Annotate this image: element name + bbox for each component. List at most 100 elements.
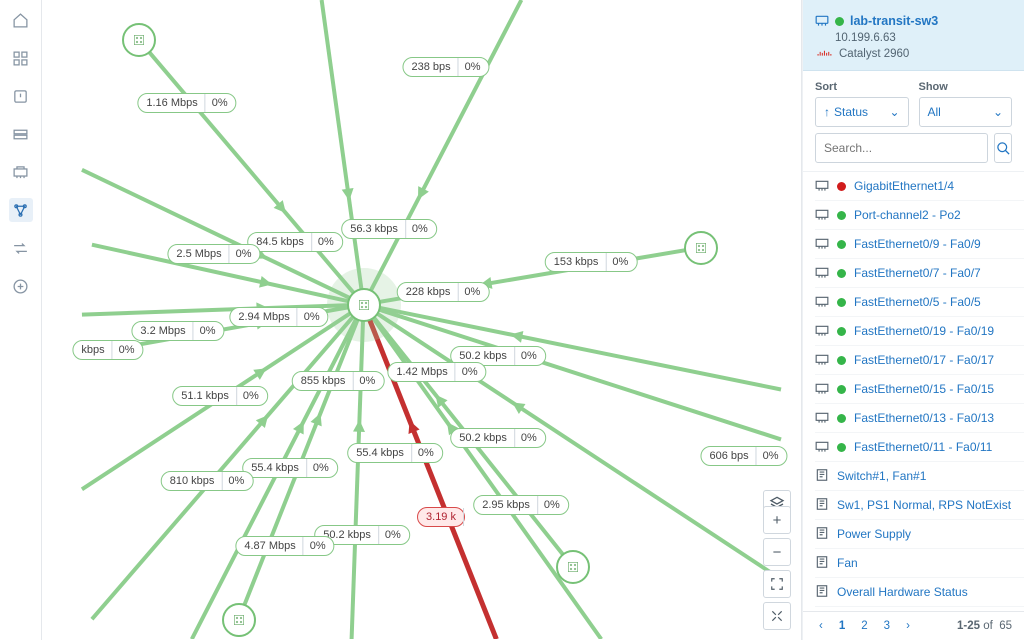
link-badge[interactable]: 606 bps0% bbox=[700, 446, 787, 466]
search-button[interactable] bbox=[994, 133, 1012, 163]
home-icon[interactable] bbox=[9, 8, 33, 32]
interface-list[interactable]: GigabitEthernet1/4Port-channel2 - Po2Fas… bbox=[803, 171, 1024, 611]
interface-label: FastEthernet0/7 - Fa0/7 bbox=[854, 266, 981, 280]
topology-icon[interactable] bbox=[9, 198, 33, 222]
link-bandwidth: 2.95 kbps bbox=[474, 496, 538, 514]
pager-next[interactable]: › bbox=[902, 618, 914, 634]
interface-item[interactable]: FastEthernet0/5 - Fa0/5 bbox=[815, 288, 1024, 317]
pager-prev[interactable]: ‹ bbox=[815, 618, 827, 634]
zoom-in-button[interactable]: + bbox=[763, 506, 791, 534]
link-badge[interactable]: 55.4 kbps0% bbox=[242, 458, 338, 478]
topology-node[interactable] bbox=[347, 288, 381, 322]
link-utilization: 0% bbox=[515, 429, 545, 447]
interface-item[interactable]: FastEthernet0/9 - Fa0/9 bbox=[815, 230, 1024, 259]
link-utilization: 0% bbox=[237, 387, 267, 405]
hardware-icon bbox=[815, 586, 829, 598]
topology-canvas[interactable]: 238 bps0%1.16 Mbps0%56.3 kbps0%84.5 kbps… bbox=[42, 0, 802, 640]
link-badge[interactable]: 238 bps0% bbox=[402, 57, 489, 77]
interface-item[interactable]: Fan bbox=[815, 549, 1024, 578]
pager-page[interactable]: 3 bbox=[880, 618, 894, 634]
link-badge[interactable]: 56.3 kbps0% bbox=[341, 219, 437, 239]
nodes-icon[interactable] bbox=[9, 122, 33, 146]
status-dot bbox=[837, 327, 846, 336]
link-badge[interactable]: 2.5 Mbps0% bbox=[167, 244, 260, 264]
status-dot bbox=[837, 414, 846, 423]
link-bandwidth: 4.87 Mbps bbox=[236, 537, 303, 555]
interface-item[interactable]: Sw1, PS1 Normal, RPS NotExist bbox=[815, 491, 1024, 520]
interface-item[interactable]: GigabitEthernet1/4 bbox=[815, 172, 1024, 201]
device-name[interactable]: lab-transit-sw3 bbox=[850, 14, 938, 28]
link-badge[interactable]: kbps0% bbox=[72, 340, 143, 360]
link-bandwidth: 2.94 Mbps bbox=[230, 308, 297, 326]
link-bandwidth: 3.19 k bbox=[418, 508, 464, 526]
device-ip: 10.199.6.63 bbox=[835, 32, 896, 44]
topology-node[interactable] bbox=[222, 603, 256, 637]
interface-item[interactable]: FastEthernet0/15 - Fa0/15 bbox=[815, 375, 1024, 404]
link-utilization: 0% bbox=[606, 253, 636, 271]
link-bandwidth: 238 bps bbox=[403, 58, 458, 76]
topology-node[interactable] bbox=[556, 550, 590, 584]
port-icon bbox=[815, 296, 829, 308]
interface-item[interactable]: Switch#1, Fan#1 bbox=[815, 462, 1024, 491]
search-icon bbox=[996, 141, 1011, 156]
link-badge[interactable]: 4.87 Mbps0% bbox=[235, 536, 334, 556]
dashboard-icon[interactable] bbox=[9, 46, 33, 70]
fit-button[interactable] bbox=[763, 570, 791, 598]
link-utilization: 0% bbox=[456, 363, 486, 381]
link-badge[interactable]: 84.5 kbps0% bbox=[247, 232, 343, 252]
map-tools: + − bbox=[763, 506, 791, 630]
pager-page[interactable]: 2 bbox=[857, 618, 871, 634]
link-badge[interactable]: 1.42 Mbps0% bbox=[387, 362, 486, 382]
sort-select[interactable]: ↑Status ⌄ bbox=[815, 97, 909, 127]
status-dot bbox=[837, 211, 846, 220]
link-utilization: 0% bbox=[304, 537, 334, 555]
interface-item[interactable]: FastEthernet0/11 - Fa0/11 bbox=[815, 433, 1024, 462]
zoom-out-button[interactable]: − bbox=[763, 538, 791, 566]
link-utilization: 0% bbox=[379, 526, 409, 544]
link-badge[interactable]: 153 kbps0% bbox=[545, 252, 638, 272]
link-badge[interactable]: 2.94 Mbps0% bbox=[229, 307, 328, 327]
interface-label: Sw1, PS1 Normal, RPS NotExist bbox=[837, 498, 1011, 512]
link-badge[interactable]: 1.16 Mbps0% bbox=[137, 93, 236, 113]
pager-page[interactable]: 1 bbox=[835, 618, 849, 634]
hardware-icon bbox=[815, 499, 829, 511]
search-input[interactable] bbox=[815, 133, 988, 163]
link-badge[interactable]: 3.19 k bbox=[417, 507, 465, 527]
link-badge[interactable]: 3.2 Mbps0% bbox=[131, 321, 224, 341]
link-badge[interactable]: 55.4 kbps0% bbox=[347, 443, 443, 463]
link-utilization: 0% bbox=[406, 220, 436, 238]
interface-label: FastEthernet0/15 - Fa0/15 bbox=[854, 382, 994, 396]
link-bandwidth: 55.4 kbps bbox=[348, 444, 412, 462]
interface-item[interactable]: Port-channel2 - Po2 bbox=[815, 201, 1024, 230]
interface-item[interactable]: Overall Hardware Status bbox=[815, 578, 1024, 607]
port-icon bbox=[815, 412, 829, 424]
interface-item[interactable]: FastEthernet0/7 - Fa0/7 bbox=[815, 259, 1024, 288]
add-icon[interactable] bbox=[9, 274, 33, 298]
ethernet-icon[interactable] bbox=[9, 160, 33, 184]
interface-item[interactable]: Power Supply bbox=[815, 520, 1024, 549]
link-badge[interactable]: 810 kbps0% bbox=[161, 471, 254, 491]
port-icon bbox=[815, 209, 829, 221]
link-utilization: 0% bbox=[538, 496, 568, 514]
nav-rail bbox=[0, 0, 42, 640]
topology-node[interactable] bbox=[122, 23, 156, 57]
link-badge[interactable]: 2.95 kbps0% bbox=[473, 495, 569, 515]
link-bandwidth: 153 kbps bbox=[546, 253, 607, 271]
interface-item[interactable]: FastEthernet0/19 - Fa0/19 bbox=[815, 317, 1024, 346]
link-badge[interactable]: 51.1 kbps0% bbox=[172, 386, 268, 406]
topology-node[interactable] bbox=[684, 231, 718, 265]
interface-label: FastEthernet0/19 - Fa0/19 bbox=[854, 324, 994, 338]
link-badge[interactable]: 855 kbps0% bbox=[292, 371, 385, 391]
link-badge[interactable]: 228 kbps0% bbox=[397, 282, 490, 302]
flows-icon[interactable] bbox=[9, 236, 33, 260]
link-utilization: 0% bbox=[459, 58, 489, 76]
link-badge[interactable]: 50.2 kbps0% bbox=[450, 428, 546, 448]
link-bandwidth: 606 bps bbox=[701, 447, 756, 465]
interface-item[interactable]: FastEthernet0/13 - Fa0/13 bbox=[815, 404, 1024, 433]
show-select[interactable]: All ⌄ bbox=[919, 97, 1013, 127]
link-bandwidth: 55.4 kbps bbox=[243, 459, 307, 477]
alerts-icon[interactable] bbox=[9, 84, 33, 108]
interface-item[interactable]: FastEthernet0/17 - Fa0/17 bbox=[815, 346, 1024, 375]
port-icon bbox=[815, 441, 829, 453]
fullscreen-button[interactable] bbox=[763, 602, 791, 630]
